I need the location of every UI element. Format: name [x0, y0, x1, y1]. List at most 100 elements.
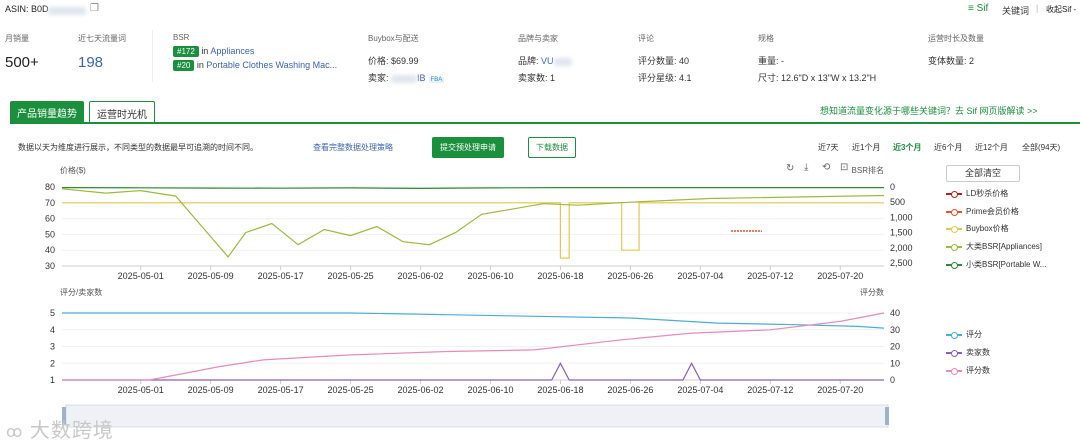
- y-tick-label: 80: [45, 182, 55, 192]
- range-7d[interactable]: 近7天: [818, 142, 838, 153]
- x-tick-label: 2025-06-10: [467, 385, 513, 395]
- traffic-keywords-value[interactable]: 198: [78, 54, 126, 71]
- sellers-value: 1: [550, 73, 556, 83]
- range-12m[interactable]: 近12个月: [975, 142, 1008, 153]
- bsr-rank-1: #172: [173, 46, 199, 57]
- legend-marker-icon: [946, 225, 962, 234]
- legend-label: 卖家数: [966, 348, 990, 357]
- fold-button[interactable]: 收起Sif -: [1046, 4, 1076, 15]
- brand-field-label: 品牌:: [518, 56, 539, 66]
- bsr-category-1[interactable]: Appliances: [210, 46, 254, 56]
- x-tick-label: 2025-06-26: [607, 271, 653, 281]
- variants-label: 变体数量:: [928, 56, 967, 66]
- x-tick-label: 2025-07-20: [817, 385, 863, 395]
- y-axis-title: 评分/卖家数: [60, 287, 102, 297]
- spec-block: 规格 重量: - 尺寸: 12.6"D x 13"W x 13.2"H: [758, 33, 876, 84]
- y2-tick-label: 10: [890, 358, 900, 368]
- series-line: [61, 188, 885, 258]
- divider: [152, 30, 153, 82]
- tab-time-machine[interactable]: 运营时光机: [89, 101, 155, 122]
- legend-item[interactable]: Buybox价格: [946, 223, 1046, 241]
- x-tick-label: 2025-05-25: [328, 385, 374, 395]
- x-tick-label: 2025-05-17: [258, 385, 304, 395]
- range-1m[interactable]: 近1个月: [852, 142, 880, 153]
- tab-sales-trend[interactable]: 产品销量趋势: [10, 101, 84, 122]
- clear-all-button[interactable]: 全部清空: [946, 165, 1020, 182]
- ops-block: 运营时长及数量 变体数量: 2: [928, 33, 984, 67]
- submit-preprocess-button[interactable]: 提交预处理申请: [432, 137, 504, 158]
- legend-bottom: 评分 卖家数评分数: [946, 329, 990, 383]
- legend-item[interactable]: 评分数: [946, 365, 990, 383]
- zoom-handle-right: [885, 407, 889, 425]
- range-6m[interactable]: 近6个月: [934, 142, 962, 153]
- range-3m[interactable]: 近3个月: [893, 142, 921, 153]
- monthly-sales-label: 月销量: [5, 34, 29, 43]
- x-tick-label: 2025-07-04: [677, 271, 723, 281]
- x-tick-label: 2025-06-02: [398, 271, 444, 281]
- asin-blurred: [48, 5, 86, 15]
- download-data-button[interactable]: 下载数据: [528, 137, 576, 158]
- bsr-category-2[interactable]: Portable Clothes Washing Mac...: [206, 60, 337, 70]
- y2-tick-label: 2,000: [890, 243, 913, 253]
- legend-item[interactable]: 卖家数: [946, 347, 990, 365]
- seller-blurred: [391, 74, 418, 83]
- legend-marker-icon: [946, 331, 962, 339]
- x-tick-label: 2025-05-09: [188, 385, 234, 395]
- sif-keyword-link[interactable]: 关键词: [1002, 4, 1029, 17]
- promo-link[interactable]: 想知道流量变化源于哪些关键词？去 Sif 网页版解读 >>: [820, 104, 1038, 117]
- fba-badge: FBA: [428, 77, 445, 83]
- x-tick-label: 2025-06-18: [537, 271, 583, 281]
- legend-item[interactable]: Prime会员价格: [946, 206, 1046, 224]
- zoom-slider-track: [65, 404, 889, 428]
- sif-logo[interactable]: ≡ Sif: [968, 3, 988, 14]
- y2-axis-title: 评分数: [860, 287, 884, 297]
- y-tick-label: 2: [50, 358, 55, 368]
- brand-blurred: [553, 57, 572, 66]
- y2-tick-label: 1,000: [890, 212, 913, 222]
- review-label: 评论: [638, 34, 654, 43]
- x-tick-label: 2025-05-01: [118, 385, 164, 395]
- legend-label: 大类BSR[Appliances]: [966, 242, 1043, 252]
- y2-tick-label: 2,500: [890, 258, 913, 268]
- legend-item[interactable]: 评分: [946, 329, 990, 347]
- legend-marker-icon: [946, 261, 962, 269]
- legend-marker-icon: [946, 243, 962, 251]
- ops-label: 运营时长及数量: [928, 34, 984, 43]
- trend-charts[interactable]: 价格($) BSR排名80706050403005001,0001,5002,00…: [0, 160, 940, 445]
- x-tick-label: 2025-07-04: [677, 385, 723, 395]
- y2-axis-title: BSR排名: [852, 165, 884, 175]
- legend-marker-icon: [946, 208, 962, 216]
- x-tick-label: 2025-06-10: [467, 271, 513, 281]
- watermark-logo-icon: ꝏ: [6, 424, 24, 441]
- y2-tick-label: 40: [890, 308, 900, 318]
- series-line: [61, 187, 884, 190]
- in-label: in: [196, 60, 204, 70]
- legend-marker-icon: [946, 349, 962, 357]
- review-block: 评论 评分数量: 40 评分星级: 4.1: [638, 33, 692, 84]
- y-tick-label: 50: [45, 229, 55, 239]
- seller-value[interactable]: IB: [417, 73, 426, 83]
- size-label: 尺寸:: [758, 73, 779, 83]
- weight-label: 重量:: [758, 56, 779, 66]
- weight-value: -: [781, 56, 785, 66]
- range-all[interactable]: 全部(94天): [1022, 142, 1060, 153]
- brand-label: 品牌与卖家: [518, 34, 558, 43]
- copy-icon[interactable]: ❐: [90, 3, 99, 14]
- series-line: [62, 362, 884, 381]
- review-count-value: 40: [679, 56, 690, 66]
- legend-item[interactable]: 大类BSR[Appliances]: [946, 241, 1046, 259]
- y2-tick-label: 0: [890, 182, 895, 192]
- y-tick-label: 5: [50, 308, 55, 318]
- rating-label: 评分星级:: [638, 73, 677, 83]
- price-value: $69.99: [391, 56, 419, 66]
- legend-marker-icon: [946, 190, 962, 198]
- y-axis-title: 价格($): [60, 165, 86, 175]
- legend-item[interactable]: LD秒杀价格: [946, 188, 1046, 206]
- x-tick-label: 2025-07-20: [817, 271, 863, 281]
- y-tick-label: 70: [45, 198, 55, 208]
- y-tick-label: 3: [50, 342, 55, 352]
- legend-item[interactable]: 小类BSR[Portable W...: [946, 259, 1046, 277]
- data-strategy-link[interactable]: 查看完整数据处理策略: [313, 142, 393, 153]
- brand-value[interactable]: VU: [541, 56, 554, 66]
- y2-tick-label: 0: [890, 375, 895, 385]
